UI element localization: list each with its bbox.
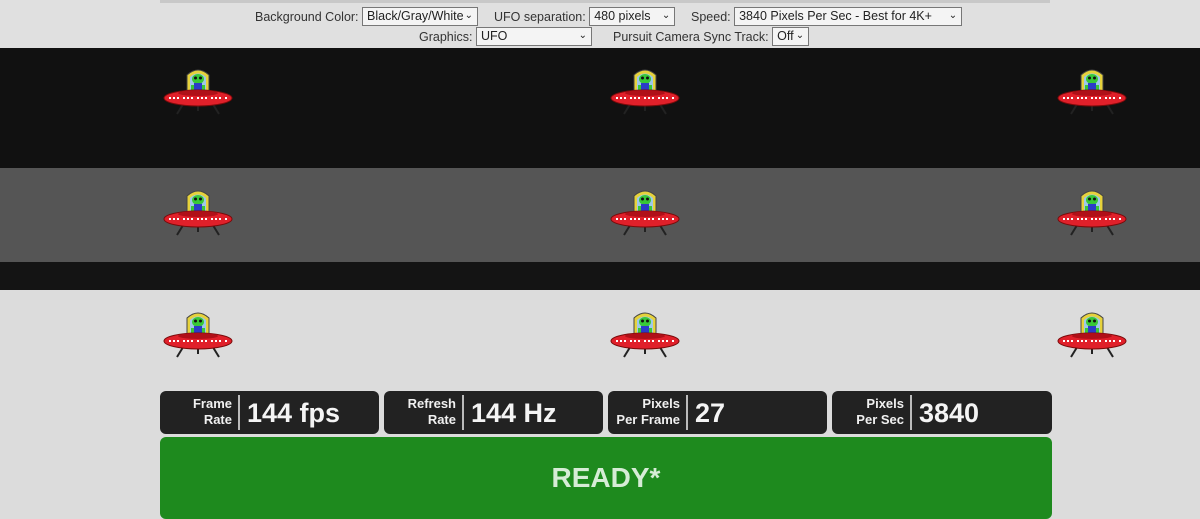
settings-bar: Background Color: Black/Gray/White ⌄ UFO…	[0, 0, 1200, 48]
ufo-separation-select[interactable]: 480 pixels ⌄	[589, 7, 676, 26]
ufo-sprite-icon	[1057, 310, 1127, 360]
frame-rate-label-line1: Frame	[192, 396, 232, 411]
chevron-down-icon: ⌄	[578, 30, 587, 41]
ufo-separation-label: UFO separation:	[494, 9, 586, 24]
graphics-value: UFO	[480, 29, 508, 43]
ufo-sprite-icon	[1057, 188, 1127, 238]
speed-value: 3840 Pixels Per Sec - Best for 4K+	[739, 9, 932, 23]
pursuit-camera-value: Off	[777, 29, 794, 43]
pursuit-camera-control: Pursuit Camera Sync Track: Off ⌄	[613, 27, 810, 46]
ready-status-banner: READY*	[160, 437, 1052, 519]
stat-divider	[462, 395, 464, 430]
refresh-rate-label: Refresh Rate	[384, 396, 456, 428]
background-color-value: Black/Gray/White	[367, 9, 464, 23]
pixels-per-frame-label-line1: Pixels	[642, 396, 680, 411]
pixels-per-sec-label-line2: Per Sec	[856, 412, 904, 427]
stat-divider	[910, 395, 912, 430]
ufo-sprite-icon	[610, 188, 680, 238]
pixels-per-sec-label-line1: Pixels	[866, 396, 904, 411]
refresh-rate-label-line1: Refresh	[407, 396, 456, 411]
chevron-down-icon: ⌄	[948, 10, 958, 21]
frame-rate-value: 144 fps	[247, 398, 341, 428]
chevron-down-icon: ⌄	[795, 30, 805, 41]
pixels-per-sec-value: 3840	[919, 398, 980, 428]
chevron-down-icon: ⌄	[661, 10, 671, 21]
graphics-control: Graphics: UFO ⌄	[419, 27, 592, 46]
pursuit-camera-label: Pursuit Camera Sync Track:	[613, 29, 769, 44]
refresh-rate-stat: Refresh Rate 144 Hz	[384, 391, 603, 434]
pixels-per-frame-label-line2: Per Frame	[616, 412, 680, 427]
top-divider	[160, 0, 1050, 3]
pixels-per-frame-value: 27	[695, 398, 726, 428]
ufo-sprite-icon	[610, 310, 680, 360]
pixels-per-frame-label: Pixels Per Frame	[608, 396, 680, 428]
ufo-sprite-icon	[610, 67, 680, 117]
ufo-sprite-icon	[163, 310, 233, 360]
speed-select[interactable]: 3840 Pixels Per Sec - Best for 4K+ ⌄	[734, 7, 963, 26]
ufo-sprite-icon	[1057, 67, 1127, 117]
ufo-sprite-icon	[163, 188, 233, 238]
dark-separator-band	[0, 262, 1200, 290]
graphics-select[interactable]: UFO ⌄	[475, 27, 592, 46]
speed-control: Speed: 3840 Pixels Per Sec - Best for 4K…	[691, 7, 963, 26]
ufo-sprite-icon	[163, 67, 233, 117]
refresh-rate-label-line2: Rate	[427, 412, 456, 427]
ufo-separation-control: UFO separation: 480 pixels ⌄	[494, 7, 676, 26]
background-color-select[interactable]: Black/Gray/White ⌄	[362, 7, 479, 26]
speed-label: Speed:	[691, 9, 731, 24]
frame-rate-label-line2: Rate	[203, 412, 232, 427]
chevron-down-icon: ⌄	[464, 10, 474, 21]
stat-divider	[686, 395, 688, 430]
refresh-rate-value: 144 Hz	[471, 398, 557, 428]
ufo-separation-value: 480 pixels	[594, 9, 651, 23]
frame-rate-label: Frame Rate	[160, 396, 232, 428]
pixels-per-sec-label: Pixels Per Sec	[832, 396, 904, 428]
pixels-per-frame-stat: Pixels Per Frame 27	[608, 391, 827, 434]
graphics-label: Graphics:	[419, 29, 473, 44]
stat-divider	[238, 395, 240, 430]
pursuit-camera-select[interactable]: Off ⌄	[772, 27, 810, 46]
pixels-per-sec-stat: Pixels Per Sec 3840	[832, 391, 1052, 434]
background-color-control: Background Color: Black/Gray/White ⌄	[255, 7, 479, 26]
frame-rate-stat: Frame Rate 144 fps	[160, 391, 379, 434]
background-color-label: Background Color:	[255, 9, 359, 24]
